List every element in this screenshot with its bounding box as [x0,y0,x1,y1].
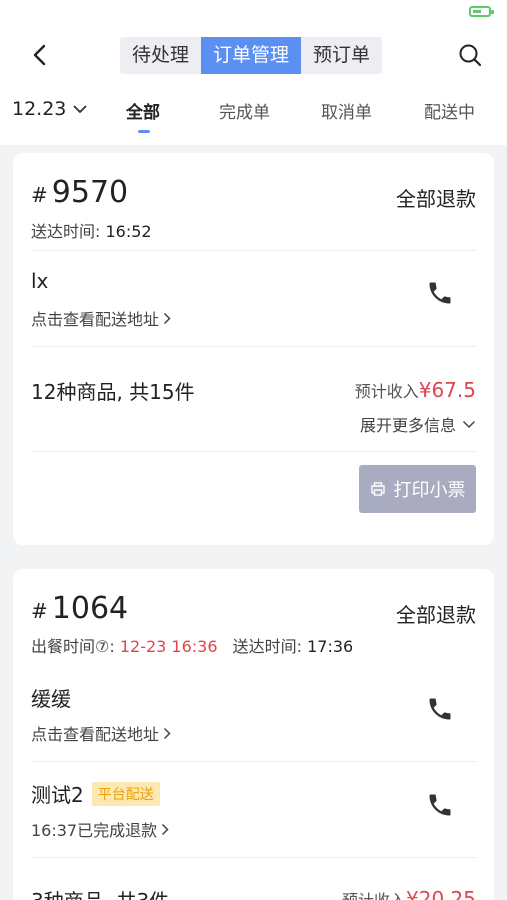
order-number: #9570 [31,175,129,210]
expected-income: 预计收入 ¥67.5 [354,378,476,402]
divider [31,761,476,762]
segment-pending[interactable]: 待处理 [120,37,201,74]
segmented-control: 待处理 订单管理 预订单 [120,37,383,74]
order-status: 全部退款 [396,187,476,211]
refund-status-link[interactable]: 16:37已完成退款 [31,817,169,841]
tab-all[interactable]: 全部 [126,98,160,123]
phone-icon[interactable] [426,791,456,821]
platform-delivery-badge: 平台配送 [91,782,160,806]
goods-summary: 3种商品, 共3件 [31,885,169,900]
active-tab-indicator [138,130,150,133]
rider-name: 测试2 平台配送 [31,779,160,808]
expand-more-info[interactable]: 展开更多信息 [360,412,476,436]
chevron-right-icon [163,312,171,324]
order-status: 全部退款 [396,603,476,627]
print-receipt-button[interactable]: 打印小票 [359,465,476,513]
segment-reservations[interactable]: 预订单 [301,37,382,74]
printer-icon [370,482,385,496]
battery-icon [469,6,494,17]
chevron-left-icon [33,44,46,66]
tab-completed[interactable]: 完成单 [219,98,270,123]
chevron-down-icon [462,420,476,428]
divider [31,451,476,452]
customer-name: 缓缓 [31,687,71,711]
view-address-link[interactable]: 点击查看配送地址 [31,721,171,745]
tab-cancelled[interactable]: 取消单 [321,98,372,123]
customer-name: lx [31,269,49,293]
divider [31,250,476,251]
search-button[interactable] [455,40,485,70]
search-icon [459,44,482,67]
delivery-time: 送达时间: 16:52 [31,222,152,241]
order-card[interactable]: #1064 全部退款 出餐时间⑦: 12-23 16:36 送达时间: 17:3… [13,569,494,900]
print-label: 打印小票 [393,480,466,501]
top-bar: 待处理 订单管理 预订单 12.23 全部 完成单 取消单 配送中 [0,0,507,145]
segment-order-management[interactable]: 订单管理 [201,37,302,74]
chevron-right-icon [162,823,169,835]
expected-income: 预计收入¥20.25 [342,887,476,900]
back-button[interactable] [26,40,52,70]
phone-icon[interactable] [426,279,456,309]
tab-delivering[interactable]: 配送中 [424,98,475,123]
divider [31,857,476,858]
divider [31,346,476,347]
filter-tabs: 全部 完成单 取消单 配送中 [0,98,507,138]
phone-icon[interactable] [426,695,456,725]
goods-summary: 12种商品, 共15件 [31,380,195,404]
order-times: 出餐时间⑦: 12-23 16:36 送达时间: 17:36 [31,637,354,656]
chevron-right-icon [163,727,171,739]
order-number: #1064 [31,591,129,626]
order-card[interactable]: #9570 全部退款 送达时间: 16:52 lx 点击查看配送地址 12种商品… [13,153,494,545]
view-address-link[interactable]: 点击查看配送地址 [31,306,171,330]
